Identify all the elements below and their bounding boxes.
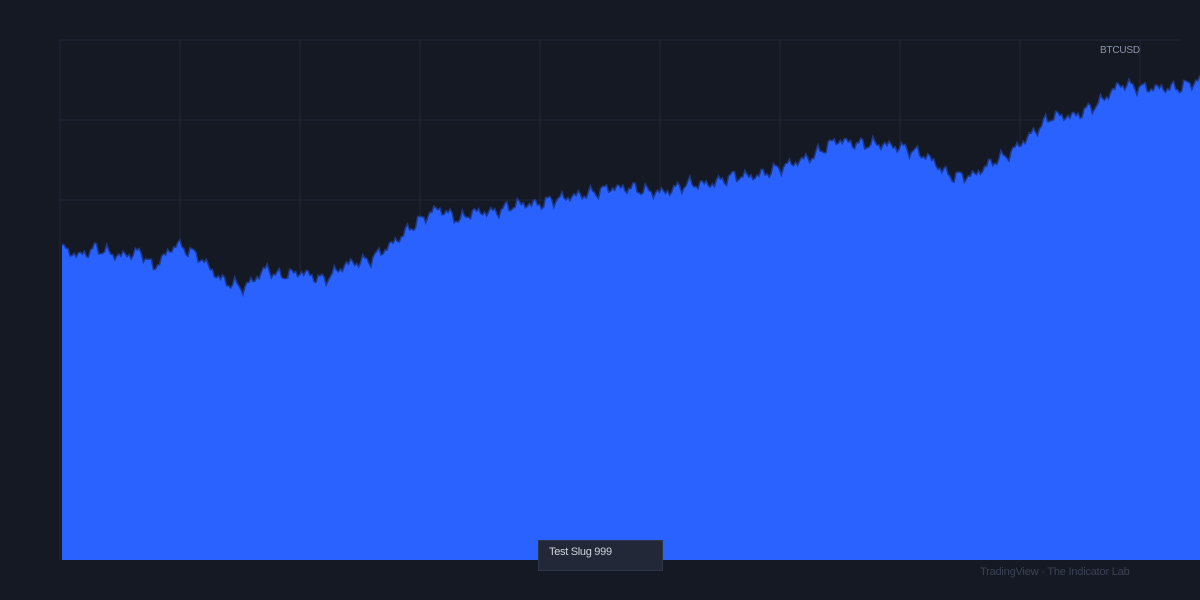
watermark-credit: TradingView · The Indicator Lab [980,566,1130,578]
symbol-label: BTCUSD [1100,45,1140,56]
chart-area [59,39,1200,561]
price-area-series [62,75,1200,561]
slug-label: Test Slug 999 [538,540,663,571]
